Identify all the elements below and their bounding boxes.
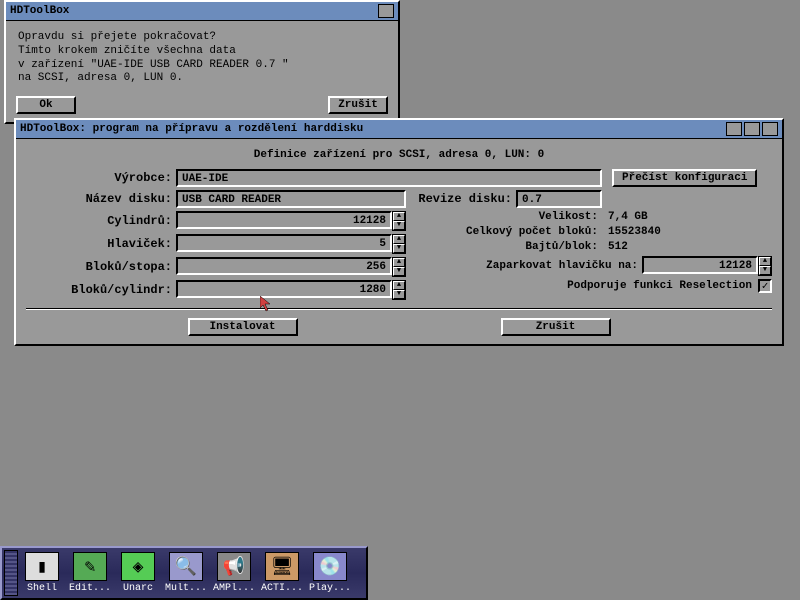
stepper-arrows-icon[interactable]: ▲▼ — [392, 234, 406, 254]
archive-icon: ◈ — [121, 552, 155, 581]
disc-icon: 💿 — [313, 552, 347, 581]
dock-label: Edit... — [67, 583, 113, 594]
editor-icon: ✎ — [73, 552, 107, 581]
dock-label: Unarc — [115, 583, 161, 594]
park-input[interactable]: 12128 — [642, 256, 758, 274]
heads-stepper[interactable]: 5 ▲▼ — [176, 234, 406, 254]
park-label: Zaparkovat hlavičku na: — [422, 260, 642, 272]
iconify-gadget-icon[interactable] — [726, 122, 742, 136]
blocks-track-input[interactable]: 256 — [176, 257, 392, 275]
bytes-block-label: Bajtů/blok: — [422, 241, 602, 253]
dock-item-play[interactable]: 💿 Play... — [306, 550, 354, 596]
total-blocks-label: Celkový počet bloků: — [422, 226, 602, 238]
ok-button[interactable]: Ok — [16, 96, 76, 114]
reselection-label: Podporuje funkci Reselection — [567, 280, 752, 292]
revision-label: Revize disku: — [406, 192, 516, 206]
reselection-checkbox[interactable]: ✓ — [758, 279, 772, 293]
stepper-arrows-icon[interactable]: ▲▼ — [758, 256, 772, 276]
cancel-button[interactable]: Zrušit — [328, 96, 388, 114]
blocks-cyl-stepper[interactable]: 1280 ▲▼ — [176, 280, 406, 300]
dock-label: ACTI... — [259, 583, 305, 594]
size-value: 7,4 GB — [602, 211, 648, 223]
manufacturer-input[interactable]: UAE-IDE — [176, 169, 602, 187]
total-blocks-value: 15523840 — [602, 226, 661, 238]
disk-name-label: Název disku: — [26, 192, 176, 206]
shell-icon: ▮ — [25, 552, 59, 581]
cylinders-input[interactable]: 12128 — [176, 211, 392, 229]
manufacturer-label: Výrobce: — [26, 171, 176, 185]
disk-name-input[interactable]: USB CARD READER — [176, 190, 406, 208]
confirm-dialog: HDToolBox Opravdu si přejete pokračovat?… — [4, 0, 400, 124]
install-button[interactable]: Instalovat — [188, 318, 298, 336]
bytes-block-value: 512 — [602, 241, 628, 253]
park-stepper[interactable]: 12128 ▲▼ — [642, 256, 772, 276]
stepper-arrows-icon[interactable]: ▲▼ — [392, 211, 406, 231]
dock-item-mult[interactable]: 🔍 Mult... — [162, 550, 210, 596]
depth-gadget-icon[interactable] — [378, 4, 394, 18]
heads-label: Hlaviček: — [26, 237, 176, 251]
dock: ▮ Shell ✎ Edit... ◈ Unarc 🔍 Mult... 📢 AM… — [0, 546, 368, 600]
revision-input[interactable]: 0.7 — [516, 190, 602, 208]
dock-item-ampl[interactable]: 📢 AMPl... — [210, 550, 258, 596]
main-window: HDToolBox: program na přípravu a rozděle… — [14, 118, 784, 346]
dock-label: Play... — [307, 583, 353, 594]
cylinders-label: Cylindrů: — [26, 214, 176, 228]
subtitle: Definice zařízení pro SCSI, adresa 0, LU… — [26, 145, 772, 169]
depth-gadget-icon[interactable] — [762, 122, 778, 136]
cylinders-stepper[interactable]: 12128 ▲▼ — [176, 211, 406, 231]
dock-item-acti[interactable]: 🖥 ACTI... — [258, 550, 306, 596]
speaker-icon: 📢 — [217, 552, 251, 581]
stepper-arrows-icon[interactable]: ▲▼ — [392, 280, 406, 300]
blocks-cyl-label: Bloků/cylindr: — [26, 283, 176, 297]
main-title: HDToolBox: program na přípravu a rozděle… — [20, 123, 724, 135]
heads-input[interactable]: 5 — [176, 234, 392, 252]
main-cancel-button[interactable]: Zrušit — [501, 318, 611, 336]
dialog-titlebar[interactable]: HDToolBox — [6, 2, 398, 21]
main-titlebar[interactable]: HDToolBox: program na přípravu a rozděle… — [16, 120, 782, 139]
blocks-track-stepper[interactable]: 256 ▲▼ — [176, 257, 406, 277]
monitor-icon: 🖥 — [265, 552, 299, 581]
dock-item-shell[interactable]: ▮ Shell — [18, 550, 66, 596]
dock-item-edit[interactable]: ✎ Edit... — [66, 550, 114, 596]
separator — [26, 308, 772, 310]
dock-item-unarc[interactable]: ◈ Unarc — [114, 550, 162, 596]
magnifier-icon: 🔍 — [169, 552, 203, 581]
blocks-cyl-input[interactable]: 1280 — [176, 280, 392, 298]
stepper-arrows-icon[interactable]: ▲▼ — [392, 257, 406, 277]
dock-label: Shell — [19, 583, 65, 594]
read-config-button[interactable]: Přečíst konfiguraci — [612, 169, 757, 187]
dock-handle[interactable] — [4, 550, 18, 596]
zoom-gadget-icon[interactable] — [744, 122, 760, 136]
dialog-title: HDToolBox — [10, 5, 376, 17]
dock-label: AMPl... — [211, 583, 257, 594]
dialog-message: Opravdu si přejete pokračovat? Tímto kro… — [16, 27, 388, 92]
size-label: Velikost: — [422, 211, 602, 223]
dock-label: Mult... — [163, 583, 209, 594]
blocks-track-label: Bloků/stopa: — [26, 260, 176, 274]
